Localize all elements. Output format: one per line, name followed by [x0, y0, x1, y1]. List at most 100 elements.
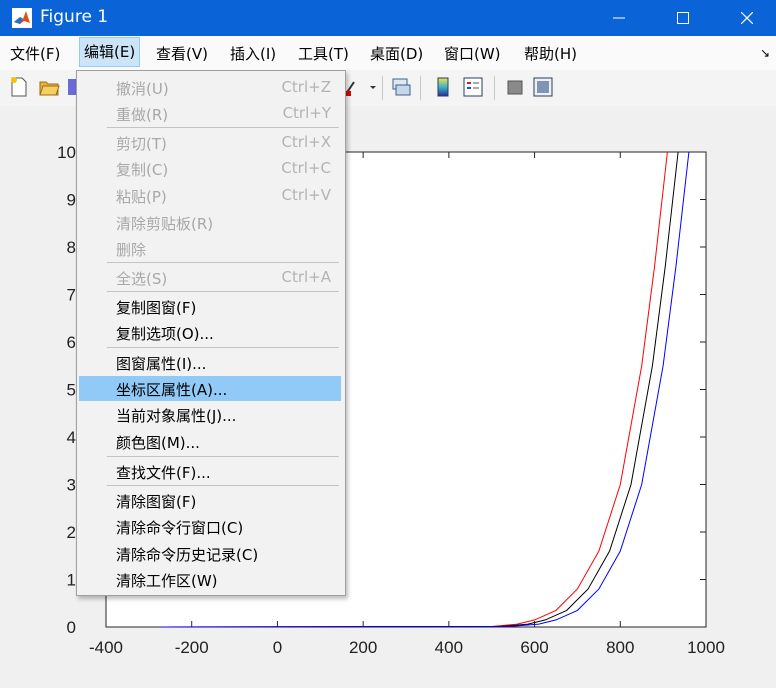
insert-legend-icon[interactable] [462, 76, 484, 98]
brush-icon[interactable] [344, 76, 378, 98]
menu-item-label: 清除命令行窗口(C) [116, 519, 244, 537]
edit-menu-item[interactable]: 清除命令行窗口(C) [79, 514, 341, 539]
y-tick-label: 9 [67, 191, 76, 210]
menu-separator [107, 456, 339, 457]
menu-separator [107, 262, 339, 263]
x-tick-label: 800 [606, 638, 634, 657]
edit-menu-item[interactable]: 清除工作区(W) [79, 567, 341, 592]
menu-tools[interactable]: 工具(T) [298, 43, 349, 64]
y-tick-label: 2 [67, 523, 76, 542]
edit-menu-item[interactable]: 查找文件(F)... [79, 459, 341, 484]
menu-separator [107, 127, 339, 128]
menu-separator [107, 291, 339, 292]
edit-menu-item: 复制(C) Ctrl+C [79, 156, 341, 181]
menu-item-shortcut: Ctrl+V [281, 186, 331, 204]
menu-item-label: 粘贴(P) [116, 188, 167, 206]
y-tick-label: 10 [57, 143, 76, 162]
toolbar-separator [494, 76, 495, 100]
menu-desktop[interactable]: 桌面(D) [370, 43, 423, 64]
edit-menu-dropdown: 撤消(U) Ctrl+Z 重做(R) Ctrl+Y 剪切(T) Ctrl+X 复制(C) Ct… [76, 70, 346, 596]
y-tick-label: 5 [67, 381, 76, 400]
edit-menu-item[interactable]: 清除图窗(F) [79, 488, 341, 513]
edit-menu-item[interactable]: 当前对象属性(J)... [79, 402, 341, 427]
edit-menu-item: 粘贴(P) Ctrl+V [79, 183, 341, 208]
y-tick-label: 7 [67, 286, 76, 305]
y-tick-label: 8 [67, 238, 76, 257]
matlab-logo-icon [12, 8, 32, 28]
menu-separator [107, 347, 339, 348]
menu-separator [107, 485, 339, 486]
hide-plot-tools-icon[interactable] [504, 76, 526, 98]
menu-item-label: 全选(S) [116, 270, 168, 288]
toolbar-separator [382, 76, 383, 100]
open-file-icon[interactable] [38, 76, 60, 98]
menu-item-label: 撤消(U) [116, 80, 169, 98]
link-plot-icon[interactable] [390, 76, 412, 98]
close-icon [741, 12, 753, 24]
menu-item-label: 当前对象属性(J)... [116, 407, 237, 425]
edit-menu-item[interactable]: 复制图窗(F) [79, 294, 341, 319]
menu-item-label: 复制图窗(F) [116, 299, 197, 317]
save-icon[interactable] [68, 76, 76, 98]
x-tick-label: 200 [349, 638, 377, 657]
dock-figure-icon[interactable]: ↘ [760, 46, 770, 60]
menu-item-label: 重做(R) [116, 106, 169, 124]
menu-item-shortcut: Ctrl+Z [281, 78, 331, 96]
menu-item-shortcut: Ctrl+Y [282, 104, 331, 122]
menu-item-shortcut: Ctrl+A [281, 268, 331, 286]
edit-menu-item[interactable]: 坐标区属性(A)... [79, 376, 341, 401]
menu-help[interactable]: 帮助(H) [524, 43, 577, 64]
x-tick-label: 400 [435, 638, 463, 657]
x-tick-label: -200 [175, 638, 209, 657]
x-tick-label: -400 [89, 638, 123, 657]
y-tick-label: 1 [67, 571, 76, 590]
edit-menu-item[interactable]: 复制选项(O)... [79, 320, 341, 345]
edit-menu-item: 剪切(T) Ctrl+X [79, 130, 341, 155]
edit-menu-item: 撤消(U) Ctrl+Z [79, 75, 341, 100]
y-tick-label: 6 [67, 333, 76, 352]
edit-menu-item: 删除 [79, 236, 341, 261]
maximize-button[interactable] [660, 0, 706, 36]
y-tick-label: 4 [67, 428, 76, 447]
edit-menu-item: 全选(S) Ctrl+A [79, 265, 341, 290]
toolbar-separator [420, 76, 421, 100]
maximize-icon [677, 12, 689, 24]
edit-menu-item: 重做(R) Ctrl+Y [79, 101, 341, 126]
menu-window[interactable]: 窗口(W) [444, 43, 501, 64]
menu-item-label: 清除工作区(W) [116, 572, 218, 590]
minimize-icon [613, 17, 625, 19]
minimize-button[interactable] [596, 0, 642, 36]
x-tick-label: 600 [520, 638, 548, 657]
edit-menu-item[interactable]: 颜色图(M)... [79, 429, 341, 454]
menu-item-label: 复制(C) [116, 161, 169, 179]
menu-item-label: 查找文件(F)... [116, 464, 211, 482]
window-title: Figure 1 [40, 7, 109, 27]
menu-view[interactable]: 查看(V) [156, 43, 208, 64]
insert-colorbar-icon[interactable] [432, 76, 454, 98]
menu-file[interactable]: 文件(F) [10, 43, 60, 64]
menu-item-shortcut: Ctrl+C [281, 159, 331, 177]
menu-insert[interactable]: 插入(I) [230, 43, 276, 64]
menu-item-shortcut: Ctrl+X [281, 133, 331, 151]
x-tick-label: 1000 [687, 638, 725, 657]
menu-bar: 文件(F) 编辑(E) 查看(V) 插入(I) 工具(T) 桌面(D) 窗口(W… [0, 36, 776, 71]
edit-menu-item[interactable]: 清除命令历史记录(C) [79, 541, 341, 566]
menu-item-label: 坐标区属性(A)... [116, 381, 228, 399]
menu-item-label: 清除命令历史记录(C) [116, 546, 259, 564]
menu-item-label: 清除剪贴板(R) [116, 215, 214, 233]
menu-item-label: 剪切(T) [116, 135, 167, 153]
edit-menu-item[interactable]: 图窗属性(I)... [79, 350, 341, 375]
menu-item-label: 颜色图(M)... [116, 434, 200, 452]
show-plot-tools-icon[interactable] [532, 76, 554, 98]
y-tick-label: 3 [67, 476, 76, 495]
menu-item-label: 复制选项(O)... [116, 325, 214, 343]
menu-edit[interactable]: 编辑(E) [78, 37, 141, 67]
new-figure-icon[interactable] [8, 76, 30, 98]
x-tick-label: 0 [273, 638, 282, 657]
menu-item-label: 删除 [116, 241, 147, 259]
menu-item-label: 清除图窗(F) [116, 493, 197, 511]
title-bar: Figure 1 [0, 0, 776, 36]
edit-menu-item: 清除剪贴板(R) [79, 210, 341, 235]
menu-item-label: 图窗属性(I)... [116, 355, 207, 373]
close-button[interactable] [724, 0, 770, 36]
